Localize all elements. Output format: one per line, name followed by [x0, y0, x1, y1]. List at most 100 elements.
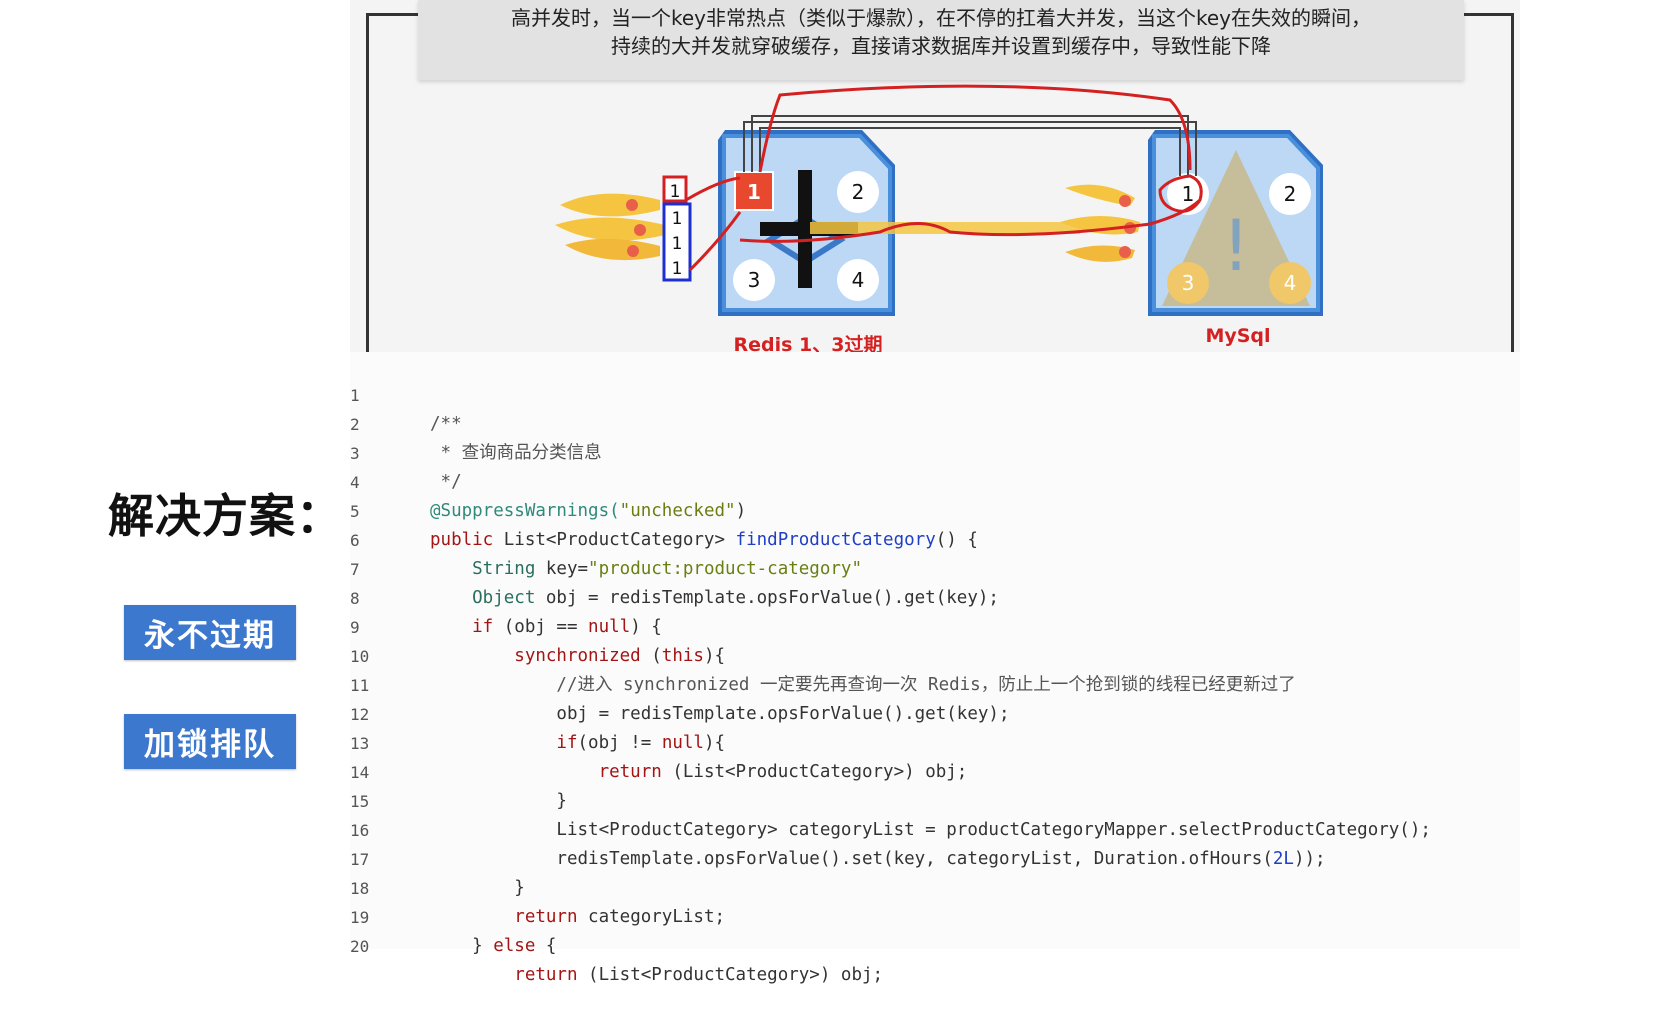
code-text: String key="product:product-category": [430, 555, 862, 584]
keyword-token: if: [430, 617, 494, 637]
code-token: (: [640, 646, 662, 666]
code-token: categoryList;: [577, 907, 726, 927]
code-line: 20 return (List<ProductCategory>) obj;: [350, 903, 883, 985]
code-line: 5 public List<ProductCategory> findProdu…: [350, 468, 978, 550]
right-margin: [1520, 0, 1661, 949]
redis-caption: Redis 1、3过期: [734, 334, 883, 352]
queue-item: 1: [672, 209, 683, 229]
code-token: ): [735, 501, 747, 521]
keyword-token: null: [661, 733, 704, 753]
string-token: "unchecked": [619, 501, 736, 521]
lock-queue-button[interactable]: 加锁排队: [124, 714, 296, 769]
keyword-token: synchronized: [430, 646, 641, 666]
code-line: 11 obj = redisTemplate.opsForValue().get…: [350, 642, 1009, 724]
code-text: synchronized (this){: [430, 642, 725, 671]
method-token: findProductCategory: [735, 530, 936, 550]
queue-item: 1: [670, 182, 681, 202]
code-text: public List<ProductCategory> findProduct…: [430, 526, 978, 555]
type-token: Object: [430, 588, 536, 608]
code-token: (List<ProductCategory>) obj;: [577, 965, 884, 985]
never-expire-button[interactable]: 永不过期: [124, 605, 296, 660]
line-number: 20: [350, 937, 370, 956]
code-line: 10 //进入 synchronized 一定要先再查询一次 Redis，防止上…: [350, 613, 1296, 695]
redis-slot: 3: [748, 268, 761, 292]
keyword-token: public: [430, 530, 494, 550]
code-line: 3 */: [350, 410, 462, 492]
code-text: if(obj != null){: [430, 729, 725, 758]
code-line: 2 * 查询商品分类信息: [350, 381, 602, 463]
code-token: (obj !=: [577, 733, 662, 753]
code-text: obj = redisTemplate.opsForValue().get(ke…: [430, 704, 1010, 724]
incoming-requests-icon: [555, 193, 665, 261]
mysql-caption: MySql: [1205, 325, 1270, 347]
mysql-slot: 4: [1284, 271, 1297, 295]
code-line: 9 synchronized (this){: [350, 584, 725, 666]
keyword-token: return: [430, 965, 578, 985]
code-token: }: [430, 936, 494, 956]
code-text: @SuppressWarnings("unchecked"): [430, 497, 746, 526]
annotation-token: @SuppressWarnings(: [430, 501, 620, 521]
code-text: return (List<ProductCategory>) obj;: [430, 758, 968, 787]
code-text: } else {: [430, 932, 556, 961]
code-line: 13 return (List<ProductCategory>) obj;: [350, 700, 967, 782]
code-text: if (obj == null) {: [430, 613, 662, 642]
code-text: * 查询商品分类信息: [430, 443, 602, 463]
redis-slot: 2: [852, 180, 865, 204]
code-text: }: [430, 791, 567, 811]
code-text: }: [430, 878, 525, 898]
keyword-token: return: [430, 907, 578, 927]
number-token: 2L: [1272, 849, 1294, 869]
svg-text:!: !: [1222, 205, 1250, 287]
redis-slot: 4: [852, 268, 865, 292]
code-token: (obj ==: [493, 617, 589, 637]
code-line: 8 if (obj == null) {: [350, 555, 662, 637]
code-line: 1 /**: [350, 352, 462, 434]
keyword-token: else: [493, 936, 536, 956]
code-line: 6 String key="product:product-category": [350, 497, 862, 579]
code-line: 4 @SuppressWarnings("unchecked"): [350, 439, 746, 521]
code-text: return (List<ProductCategory>) obj;: [430, 961, 883, 990]
string-token: "product:product-category": [588, 559, 862, 579]
code-token: ) {: [630, 617, 662, 637]
code-line: 14 }: [350, 729, 567, 811]
code-line: 12 if(obj != null){: [350, 671, 725, 753]
code-text: return categoryList;: [430, 903, 725, 932]
request-queue: 1 1 1 1: [662, 175, 692, 282]
code-line: 7 Object obj = redisTemplate.opsForValue…: [350, 526, 999, 608]
code-text: redisTemplate.opsForValue().set(key, cat…: [430, 845, 1326, 874]
keyword-token: if: [430, 733, 578, 753]
cache-diagram: 1 1 1 1 1 2 3 4 ! 1 2 3 4 Redis 1、3过期 My…: [555, 84, 1323, 352]
code-token: ){: [703, 733, 726, 753]
code-token: () {: [935, 530, 978, 550]
type-token: String: [430, 559, 536, 579]
code-token: obj = redisTemplate.opsForValue().get(ke…: [535, 588, 999, 608]
code-text: */: [430, 472, 462, 492]
code-text: List<ProductCategory> categoryList = pro…: [430, 820, 1431, 840]
mysql-slot: 3: [1182, 271, 1195, 295]
code-token: (List<ProductCategory>) obj;: [661, 762, 968, 782]
code-text: Object obj = redisTemplate.opsForValue()…: [430, 584, 999, 613]
keyword-token: return: [430, 762, 662, 782]
mysql-cube-icon: ! 1 2 3 4: [1148, 130, 1323, 316]
queue-item: 1: [672, 259, 683, 279]
code-token: redisTemplate.opsForValue().set(key, cat…: [430, 849, 1273, 869]
code-token: ));: [1293, 849, 1326, 869]
queue-item: 1: [672, 234, 683, 254]
code-token: List<ProductCategory>: [493, 530, 736, 550]
code-line: 17 }: [350, 816, 525, 898]
code-line: 18 return categoryList;: [350, 845, 725, 927]
code-line: 15 List<ProductCategory> categoryList = …: [350, 758, 1431, 840]
code-text: //进入 synchronized 一定要先再查询一次 Redis，防止上一个抢…: [430, 675, 1296, 695]
code-token: key=: [535, 559, 589, 579]
code-line: 19 } else {: [350, 874, 556, 956]
keyword-token: this: [661, 646, 704, 666]
mysql-slot: 1: [1182, 182, 1195, 206]
mysql-slot: 2: [1284, 182, 1297, 206]
solution-title: 解决方案：: [108, 489, 343, 543]
code-text: /**: [430, 414, 462, 434]
code-token: ){: [703, 646, 726, 666]
code-token: {: [535, 936, 557, 956]
code-line: 16 redisTemplate.opsForValue().set(key, …: [350, 787, 1326, 869]
redis-slot: 1: [747, 180, 761, 204]
keyword-token: null: [588, 617, 631, 637]
